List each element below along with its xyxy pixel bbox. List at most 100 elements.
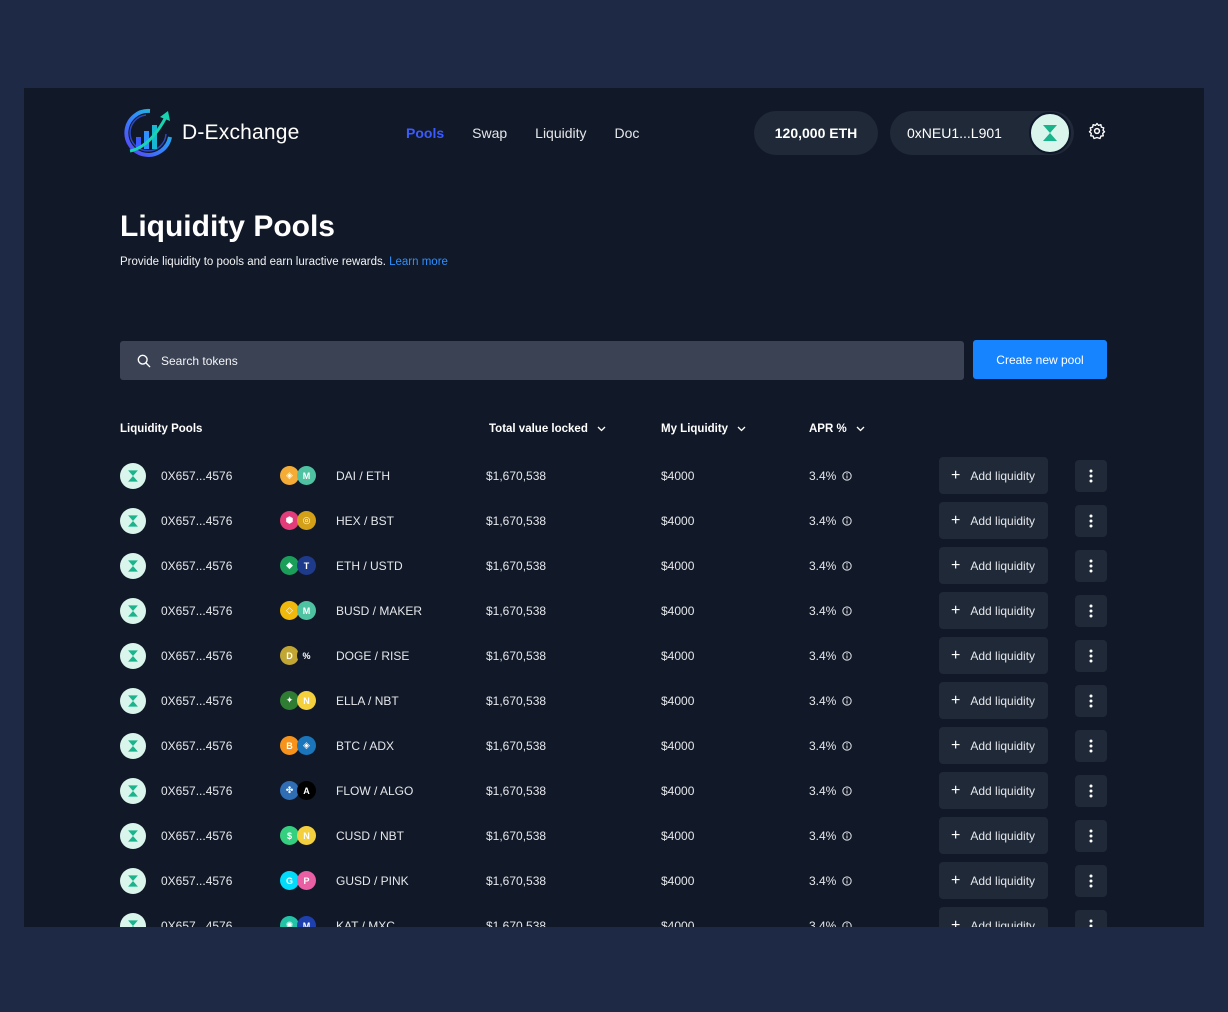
tvl-value: $1,670,538 — [486, 784, 547, 798]
info-icon[interactable] — [842, 831, 853, 841]
add-liquidity-label: Add liquidity — [970, 558, 1036, 573]
logo[interactable]: D-Exchange — [120, 107, 300, 159]
page-subtitle: Provide liquidity to pools and earn lura… — [120, 256, 448, 268]
my-liquidity-value: $4000 — [661, 604, 695, 618]
more-options-button[interactable] — [1075, 640, 1107, 672]
more-options-button[interactable] — [1075, 685, 1107, 717]
my-liquidity-value: $4000 — [661, 469, 695, 483]
hourglass-icon — [128, 515, 138, 527]
nav-swap[interactable]: Swap — [472, 125, 507, 141]
add-liquidity-label: Add liquidity — [970, 828, 1036, 843]
pool-address: 0X657...4576 — [161, 649, 233, 663]
sort-my-liquidity[interactable]: My Liquidity — [661, 423, 746, 435]
info-icon[interactable] — [842, 786, 853, 796]
token-pair: BUSD / MAKER — [336, 604, 423, 618]
token-pair-icons: ◇ M — [280, 601, 318, 621]
sort-tvl[interactable]: Total value locked — [489, 423, 606, 435]
info-icon[interactable] — [842, 651, 853, 661]
add-liquidity-label: Add liquidity — [970, 693, 1036, 708]
hourglass-icon — [128, 785, 138, 797]
my-liquidity-value: $4000 — [661, 739, 695, 753]
my-liquidity-value: $4000 — [661, 784, 695, 798]
more-options-button[interactable] — [1075, 730, 1107, 762]
sort-apr[interactable]: APR % — [809, 423, 865, 435]
add-liquidity-button[interactable]: + Add liquidity — [939, 457, 1048, 494]
create-pool-button[interactable]: Create new pool — [973, 340, 1107, 379]
apr-value: 3.4% — [809, 649, 837, 663]
info-icon[interactable] — [842, 561, 853, 571]
wallet-button[interactable]: 0xNEU1...L901 — [890, 111, 1074, 155]
nav-pools[interactable]: Pools — [406, 125, 444, 141]
add-liquidity-button[interactable]: + Add liquidity — [939, 727, 1048, 764]
subtitle-text: Provide liquidity to pools and earn lura… — [120, 256, 386, 268]
add-liquidity-button[interactable]: + Add liquidity — [939, 502, 1048, 539]
token-pair-icons: ✺ M — [280, 916, 318, 927]
search-bar[interactable] — [120, 341, 964, 380]
more-options-button[interactable] — [1075, 550, 1107, 582]
hourglass-icon — [128, 875, 138, 887]
tvl-value: $1,670,538 — [486, 874, 547, 888]
pool-icon — [120, 463, 146, 489]
add-liquidity-button[interactable]: + Add liquidity — [939, 907, 1048, 927]
token-pair: KAT / MXC — [336, 919, 395, 927]
my-liquidity-value: $4000 — [661, 694, 695, 708]
more-options-button[interactable] — [1075, 775, 1107, 807]
apr-cell: 3.4% — [809, 637, 853, 675]
token-pair-icons: ◆ T — [280, 556, 318, 576]
add-liquidity-label: Add liquidity — [970, 603, 1036, 618]
pool-icon — [120, 553, 146, 579]
add-liquidity-button[interactable]: + Add liquidity — [939, 592, 1048, 629]
gear-icon[interactable] — [1088, 122, 1106, 140]
more-options-button[interactable] — [1075, 460, 1107, 492]
info-icon[interactable] — [842, 741, 853, 751]
more-options-button[interactable] — [1075, 505, 1107, 537]
info-icon[interactable] — [842, 876, 853, 886]
token-pair: ELLA / NBT — [336, 694, 399, 708]
add-liquidity-button[interactable]: + Add liquidity — [939, 772, 1048, 809]
search-input[interactable] — [159, 352, 923, 369]
add-liquidity-button[interactable]: + Add liquidity — [939, 637, 1048, 674]
pool-address: 0X657...4576 — [161, 514, 233, 528]
more-vertical-icon — [1089, 559, 1093, 573]
more-vertical-icon — [1089, 604, 1093, 618]
info-icon[interactable] — [842, 471, 853, 481]
info-icon[interactable] — [842, 516, 853, 526]
more-options-button[interactable] — [1075, 595, 1107, 627]
add-liquidity-button[interactable]: + Add liquidity — [939, 682, 1048, 719]
nav-doc[interactable]: Doc — [615, 125, 640, 141]
add-liquidity-button[interactable]: + Add liquidity — [939, 547, 1048, 584]
plus-icon: + — [951, 871, 961, 889]
bst-icon: ◎ — [297, 511, 316, 530]
add-liquidity-label: Add liquidity — [970, 873, 1036, 888]
pool-icon — [120, 598, 146, 624]
plus-icon: + — [951, 736, 961, 754]
more-options-button[interactable] — [1075, 910, 1107, 927]
learn-more-link[interactable]: Learn more — [389, 256, 448, 268]
eth-balance[interactable]: 120,000 ETH — [754, 111, 878, 155]
token-pair: BTC / ADX — [336, 739, 395, 753]
my-liquidity-value: $4000 — [661, 829, 695, 843]
token-pair-icons: ⬢ ◎ — [280, 511, 318, 531]
info-icon[interactable] — [842, 921, 853, 927]
nav-liquidity[interactable]: Liquidity — [535, 125, 586, 141]
header-label: Liquidity Pools — [120, 423, 203, 435]
table-row: 0X657...4576 ◆ T ETH / USTD $1,670,538 $4000 3… — [24, 547, 1204, 592]
token-pair: DAI / ETH — [336, 469, 391, 483]
info-icon[interactable] — [842, 606, 853, 616]
nbt-icon: N — [297, 691, 316, 710]
maker-icon: M — [297, 601, 316, 620]
add-liquidity-label: Add liquidity — [970, 648, 1036, 663]
table-row: 0X657...4576 D% DOGE / RISE $1,670,538 $4000… — [24, 637, 1204, 682]
tvl-value: $1,670,538 — [486, 829, 547, 843]
more-options-button[interactable] — [1075, 820, 1107, 852]
pool-address: 0X657...4576 — [161, 469, 233, 483]
info-icon[interactable] — [842, 696, 853, 706]
pool-address: 0X657...4576 — [161, 559, 233, 573]
hourglass-icon — [128, 695, 138, 707]
main-nav: Pools Swap Liquidity Doc — [406, 125, 667, 141]
chevron-down-icon — [737, 426, 746, 432]
more-options-button[interactable] — [1075, 865, 1107, 897]
add-liquidity-button[interactable]: + Add liquidity — [939, 817, 1048, 854]
add-liquidity-button[interactable]: + Add liquidity — [939, 862, 1048, 899]
token-pair: HEX / BST — [336, 514, 395, 528]
